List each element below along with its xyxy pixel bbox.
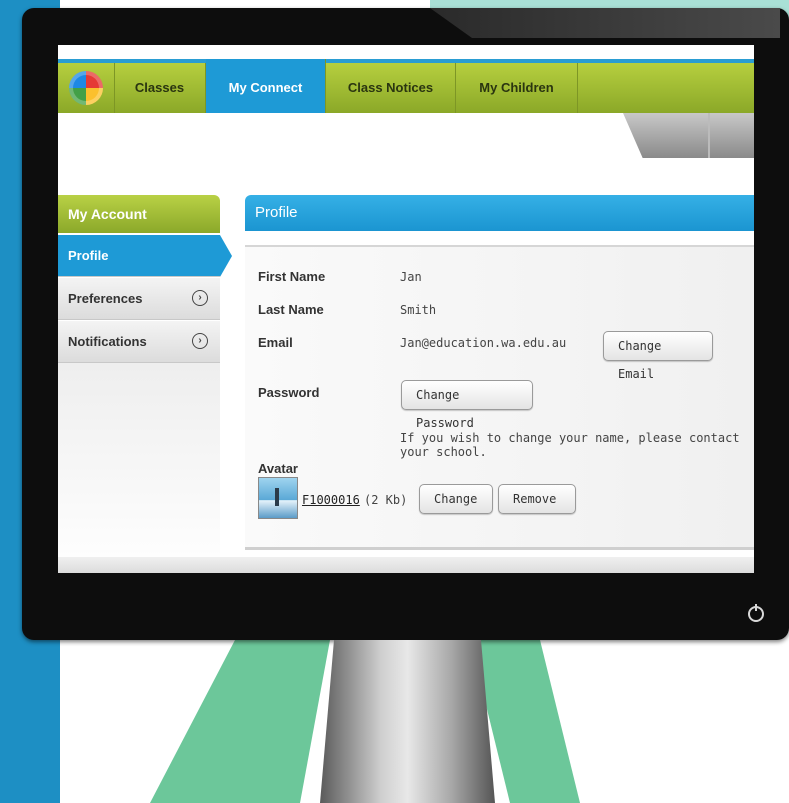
first-name-value: Jan: [400, 270, 422, 284]
sidebar-item-label: Preferences: [68, 291, 143, 306]
profile-panel: First Name Jan Last Name Smith Email Jan…: [245, 245, 754, 550]
name-change-notice: If you wish to change your name, please …: [400, 431, 740, 459]
sidebar-item-preferences[interactable]: Preferences ›: [58, 278, 220, 320]
remove-avatar-button[interactable]: Remove: [498, 484, 576, 514]
tab-class-notices[interactable]: Class Notices: [326, 63, 456, 113]
monitor-glare: [430, 8, 780, 38]
sidebar-header: My Account: [58, 195, 220, 233]
sidebar-item-profile[interactable]: Profile: [58, 235, 232, 277]
last-name-label: Last Name: [258, 302, 324, 317]
first-name-label: First Name: [258, 269, 326, 284]
page-title: Profile: [245, 195, 754, 231]
tab-classes[interactable]: Classes: [114, 63, 206, 113]
change-avatar-button[interactable]: Change: [419, 484, 493, 514]
change-email-button[interactable]: Change Email: [603, 331, 713, 381]
password-label: Password: [258, 385, 320, 400]
sidebar-item-label: Profile: [68, 248, 109, 263]
avatar: [258, 477, 298, 519]
top-nav: Classes My Connect Class Notices My Chil…: [58, 59, 754, 113]
email-value: Jan@education.wa.edu.au: [400, 336, 567, 350]
tab-my-children[interactable]: My Children: [456, 63, 578, 113]
power-icon: [748, 604, 764, 622]
email-label: Email: [258, 335, 293, 350]
avatar-label: Avatar: [258, 461, 298, 476]
app-logo: [58, 63, 115, 113]
screen: Classes My Connect Class Notices My Chil…: [58, 45, 754, 573]
tab-my-connect[interactable]: My Connect: [206, 59, 326, 113]
avatar-file-size: (2 Kb): [364, 493, 408, 507]
change-password-button[interactable]: Change Password: [401, 380, 533, 430]
monitor-stand: [320, 640, 495, 803]
sidebar-item-notifications[interactable]: Notifications ›: [58, 321, 220, 363]
avatar-file-link[interactable]: F1000016: [302, 493, 360, 507]
last-name-value: Smith: [400, 303, 437, 317]
chevron-right-circle-icon: ›: [192, 290, 208, 306]
logo-icon: [69, 71, 103, 105]
sidebar-item-label: Notifications: [68, 334, 147, 349]
sidebar-background: [58, 363, 220, 573]
screen-footer: [58, 557, 754, 573]
chevron-right-circle-icon: ›: [192, 333, 208, 349]
decorative-grey-tab: [623, 113, 754, 158]
